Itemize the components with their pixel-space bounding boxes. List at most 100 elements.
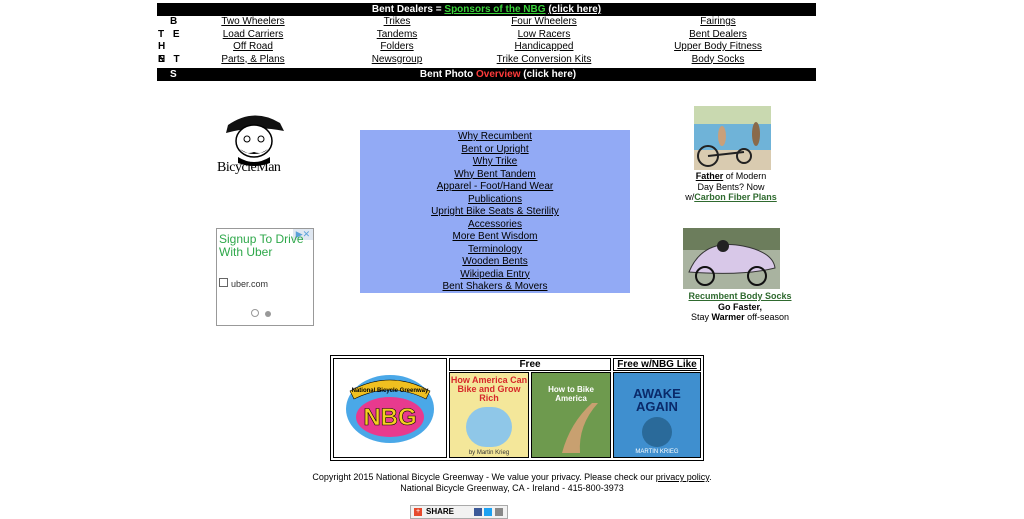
contact-line: National Bicycle Greenway, CA - Ireland … bbox=[400, 483, 624, 493]
footer: Copyright 2015 National Bicycle Greenway… bbox=[0, 472, 1024, 494]
nav-link[interactable]: Bent Dealers bbox=[689, 29, 747, 40]
nav-link[interactable]: Trikes bbox=[384, 16, 411, 27]
book-author: by Martin Krieg bbox=[468, 450, 510, 456]
book-cover-grow-rich[interactable]: How America Can Bike and Grow Rich by Ma… bbox=[449, 372, 529, 458]
topic-link[interactable]: More Bent Wisdom bbox=[452, 231, 537, 242]
book-cover-awake-again[interactable]: AWAKE AGAIN MARTIN KRIEG bbox=[613, 372, 701, 458]
topic-link[interactable]: Why Bent Tandem bbox=[454, 169, 536, 180]
nav-column-1: Two Wheelers Load Carriers Off Road Part… bbox=[203, 16, 303, 66]
caption-text: Day Bents? Now bbox=[697, 181, 765, 192]
copyright-end: . bbox=[709, 472, 712, 482]
topic-link[interactable]: Publications bbox=[468, 194, 522, 205]
letter-et: E T bbox=[158, 53, 180, 65]
topic-link[interactable]: Bent or Upright bbox=[461, 144, 528, 155]
nbg-ring-text: National Bicycle Greenway bbox=[352, 388, 429, 394]
free-header: Free bbox=[449, 358, 611, 371]
nav-link[interactable]: Upper Body Fitness bbox=[674, 41, 762, 52]
body-sock-photo[interactable] bbox=[683, 228, 780, 289]
sponsors-link[interactable]: Sponsors of the NBG bbox=[444, 4, 545, 15]
nav-link[interactable]: Two Wheelers bbox=[221, 16, 284, 27]
nav-link[interactable]: Off Road bbox=[233, 41, 273, 52]
carbon-fiber-link[interactable]: Carbon Fiber Plans bbox=[694, 192, 777, 202]
copyright-text: Copyright 2015 National Bicycle Greenway… bbox=[312, 472, 656, 482]
books-table: National Bicycle Greenway NBG Free Free … bbox=[330, 355, 704, 461]
topic-link[interactable]: Wooden Bents bbox=[462, 256, 527, 267]
email-icon bbox=[494, 507, 503, 516]
topic-link[interactable]: Terminology bbox=[468, 244, 522, 255]
bent-letters: B T E H N E T bbox=[157, 16, 181, 66]
topic-link[interactable]: Upright Bike Seats & Sterility bbox=[431, 206, 559, 217]
photo-overview-bar[interactable]: Bent Photo Overview (click here) bbox=[180, 68, 816, 81]
nav-column-4: Fairings Bent Dealers Upper Body Fitness… bbox=[663, 16, 773, 66]
letter-te: T E bbox=[158, 28, 180, 40]
plus-icon: + bbox=[414, 508, 422, 516]
nav-link[interactable]: Tandems bbox=[377, 29, 418, 40]
road-illustration bbox=[562, 403, 598, 453]
nav-link[interactable]: Low Racers bbox=[518, 29, 571, 40]
letter-s-box: S bbox=[157, 68, 180, 81]
body-socks-link[interactable]: Recumbent Body Socks bbox=[688, 291, 791, 301]
twitter-icon bbox=[484, 507, 493, 516]
book-author: MARTIN KRIEG bbox=[635, 449, 679, 455]
caption-text: Warmer bbox=[711, 312, 745, 322]
dealers-bar[interactable]: Bent Dealers = Sponsors of the NBG (clic… bbox=[157, 3, 816, 16]
nav-column-2: Trikes Tandems Folders Newsgroup bbox=[347, 16, 447, 66]
nav-link[interactable]: Trike Conversion Kits bbox=[497, 54, 592, 65]
nav-rows: B T E H N E T Two Wheelers Load Carriers… bbox=[157, 16, 816, 68]
nav-link[interactable]: Handicapped bbox=[515, 41, 574, 52]
nav-link[interactable]: Fairings bbox=[700, 16, 736, 27]
book-illustration bbox=[642, 417, 672, 447]
photo-prefix: Bent Photo bbox=[419, 69, 477, 80]
facebook-icon bbox=[474, 507, 483, 516]
father-caption: Father of Modern Day Bents? Now w/Carbon… bbox=[665, 171, 797, 203]
letter-b: B bbox=[170, 16, 178, 27]
book-cover-bike-america[interactable]: How to Bike America bbox=[531, 372, 611, 458]
caption-text: w/ bbox=[685, 192, 695, 202]
topic-link[interactable]: Accessories bbox=[468, 219, 522, 230]
topic-link[interactable]: Wikipedia Entry bbox=[460, 269, 529, 280]
dealers-prefix: Bent Dealers = bbox=[371, 4, 445, 15]
nav-link[interactable]: Newsgroup bbox=[372, 54, 423, 65]
free-like-header[interactable]: Free w/NBG Like bbox=[613, 358, 701, 371]
body-sock-caption: Recumbent Body Socks Go Faster, Stay War… bbox=[675, 291, 805, 323]
nav-link[interactable]: Parts, & Plans bbox=[221, 54, 284, 65]
ad-domain[interactable]: uber.com bbox=[219, 278, 268, 289]
caption-text: Go Faster, bbox=[717, 301, 762, 312]
share-label: SHARE bbox=[426, 507, 455, 516]
dealers-click-link[interactable]: (click here) bbox=[548, 4, 601, 15]
ad-pager[interactable] bbox=[251, 309, 277, 320]
topic-link[interactable]: Why Recumbent bbox=[458, 131, 532, 142]
top-nav: Bent Dealers = Sponsors of the NBG (clic… bbox=[157, 3, 816, 81]
book-illustration bbox=[466, 407, 512, 447]
share-button[interactable]: + SHARE bbox=[410, 505, 508, 519]
overview-click-link[interactable]: (click here) bbox=[523, 69, 576, 80]
letter-s: S bbox=[170, 69, 177, 80]
nav-link[interactable]: Body Socks bbox=[692, 54, 745, 65]
nav-column-3: Four Wheelers Low Racers Handicapped Tri… bbox=[484, 16, 604, 66]
caption-text: of Modern bbox=[723, 171, 767, 181]
topic-link[interactable]: Apparel - Foot/Hand Wear bbox=[437, 181, 554, 192]
logo-text: BicycleMan bbox=[217, 160, 281, 175]
nbg-logo[interactable]: National Bicycle Greenway NBG bbox=[334, 359, 446, 457]
free-like-link[interactable]: Free w/NBG Like bbox=[617, 359, 696, 370]
topic-link[interactable]: Why Trike bbox=[473, 156, 517, 167]
privacy-policy-link[interactable]: privacy policy bbox=[656, 472, 709, 482]
overview-link[interactable]: Overview bbox=[476, 69, 520, 80]
pager-dot-icon[interactable] bbox=[251, 309, 259, 317]
father-link[interactable]: Father bbox=[696, 171, 724, 181]
pager-dot-active-icon[interactable] bbox=[265, 311, 271, 317]
nav-link[interactable]: Four Wheelers bbox=[511, 16, 577, 27]
book-title: How America Can Bike and Grow Rich bbox=[450, 375, 528, 403]
topic-link[interactable]: Bent Shakers & Movers bbox=[442, 281, 547, 292]
book-title: AWAKE AGAIN bbox=[633, 386, 681, 414]
nav-link[interactable]: Load Carriers bbox=[223, 29, 284, 40]
recumbent-pool-photo[interactable] bbox=[694, 106, 771, 170]
nbg-logo-cell[interactable]: National Bicycle Greenway NBG bbox=[333, 358, 447, 458]
uber-ad[interactable]: ▶✕ Signup To Drive With Uber uber.com bbox=[216, 228, 314, 326]
nav-link[interactable]: Folders bbox=[380, 41, 413, 52]
topic-links-box: Why Recumbent Bent or Upright Why Trike … bbox=[360, 130, 630, 293]
ad-title[interactable]: Signup To Drive With Uber bbox=[219, 233, 311, 259]
ad-info-icon bbox=[219, 278, 228, 287]
ad-domain-text: uber.com bbox=[231, 279, 269, 289]
caption-text: Stay bbox=[690, 312, 712, 322]
